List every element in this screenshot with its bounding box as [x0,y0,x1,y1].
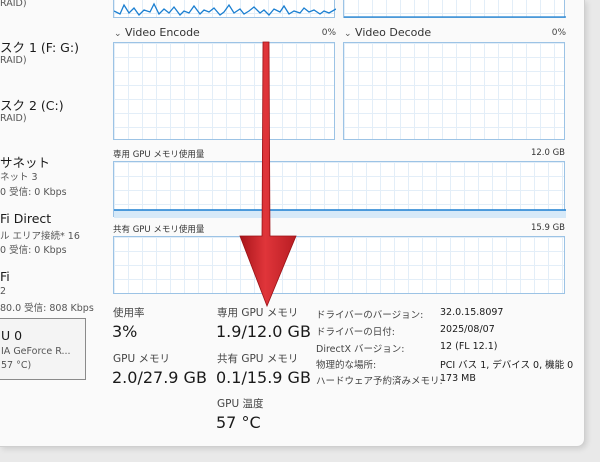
sidebar-item-sub: RAID) [0,113,27,124]
video-encode-pct: 0% [321,28,336,38]
graph-3d-line [114,2,336,17]
gpu-temp-label: GPU 温度 [217,398,264,410]
sidebar-item-gpu-0-selected[interactable]: U 0 IA GeForce R... 57 °C) [0,318,86,380]
sidebar-item-sub: 2 [0,286,7,297]
shared-memory-graph [113,236,565,294]
usage-value: 3% [112,322,138,341]
video-decode-graph [343,42,565,140]
driver-version-value: 32.0.15.8097 [440,307,504,318]
sidebar-item-sub: RAID) [0,0,27,9]
reserved-memory-key: ハードウェア予約済みメモリ: [316,376,443,387]
sidebar-item-throughput: 0 受信: 0 Kbps [0,187,67,198]
dedicated-memory-max: 12.0 GB [530,148,565,158]
graph-3d-panel [113,0,336,18]
performance-sidebar: RAID) スク 1 (F: G:) RAID) スク 2 (C:) RAID)… [0,0,100,446]
video-decode-header[interactable]: ⌄ Video Decode [344,26,431,39]
chevron-down-icon: ⌄ [114,29,122,39]
sidebar-item-throughput: 80.0 受信: 808 Kbps [0,303,94,314]
task-manager-window: RAID) スク 1 (F: G:) RAID) スク 2 (C:) RAID)… [0,0,585,447]
dedicated-memory-graph [113,161,566,218]
sidebar-item-throughput: 0 受信: 0 Kbps [0,245,67,256]
physical-location-value: PCI バス 1, デバイス 0, 機能 0 [440,360,574,371]
gpu-memory-value: 2.0/27.9 GB [112,368,207,387]
video-encode-graph [113,42,335,140]
driver-date-value: 2025/08/07 [440,324,495,335]
sidebar-item-sub: RAID) [0,55,27,66]
graph-copy-panel [343,0,566,18]
sidebar-item-sub: ネット 3 [0,172,38,183]
directx-version-key: DirectX バージョン: [316,344,405,355]
sidebar-item-temp: 57 °C) [1,360,32,371]
sidebar-item-title: スク 1 (F: G:) [0,40,79,55]
graph-copy-line [344,16,566,18]
sidebar-item-title: スク 2 (C:) [0,98,64,113]
video-encode-label: Video Encode [125,26,200,39]
usage-label: 使用率 [113,307,145,319]
video-decode-label: Video Decode [355,26,432,39]
physical-location-key: 物理的な場所: [316,360,377,371]
dedicated-memory-graph-label: 専用 GPU メモリ使用量 [113,150,205,160]
sidebar-item-title: Fi [0,269,10,284]
sidebar-item-sub: ル エリア接続* 16 [0,231,80,242]
driver-version-key: ドライバーのバージョン: [316,310,424,321]
shared-memory-label: 共有 GPU メモリ [217,353,299,365]
gpu-memory-label: GPU メモリ [113,353,170,365]
gpu-temp-value: 57 °C [216,413,261,432]
dedicated-memory-label: 専用 GPU メモリ [217,307,299,319]
shared-memory-max: 15.9 GB [530,223,565,233]
video-decode-pct: 0% [551,28,566,38]
video-encode-header[interactable]: ⌄ Video Encode [114,26,200,39]
sidebar-item-sub: IA GeForce R... [1,346,71,357]
shared-memory-graph-label: 共有 GPU メモリ使用量 [113,225,205,235]
driver-date-key: ドライバーの日付: [316,327,396,338]
reserved-memory-value: 173 MB [440,373,476,384]
directx-version-value: 12 (FL 12.1) [440,341,498,352]
dedicated-memory-line [114,209,566,218]
chevron-down-icon: ⌄ [344,29,352,39]
shared-memory-value: 0.1/15.9 GB [216,368,311,387]
sidebar-item-title: Fi Direct [0,211,52,226]
dedicated-memory-value: 1.9/12.0 GB [216,322,311,341]
sidebar-item-title: U 0 [1,328,23,343]
